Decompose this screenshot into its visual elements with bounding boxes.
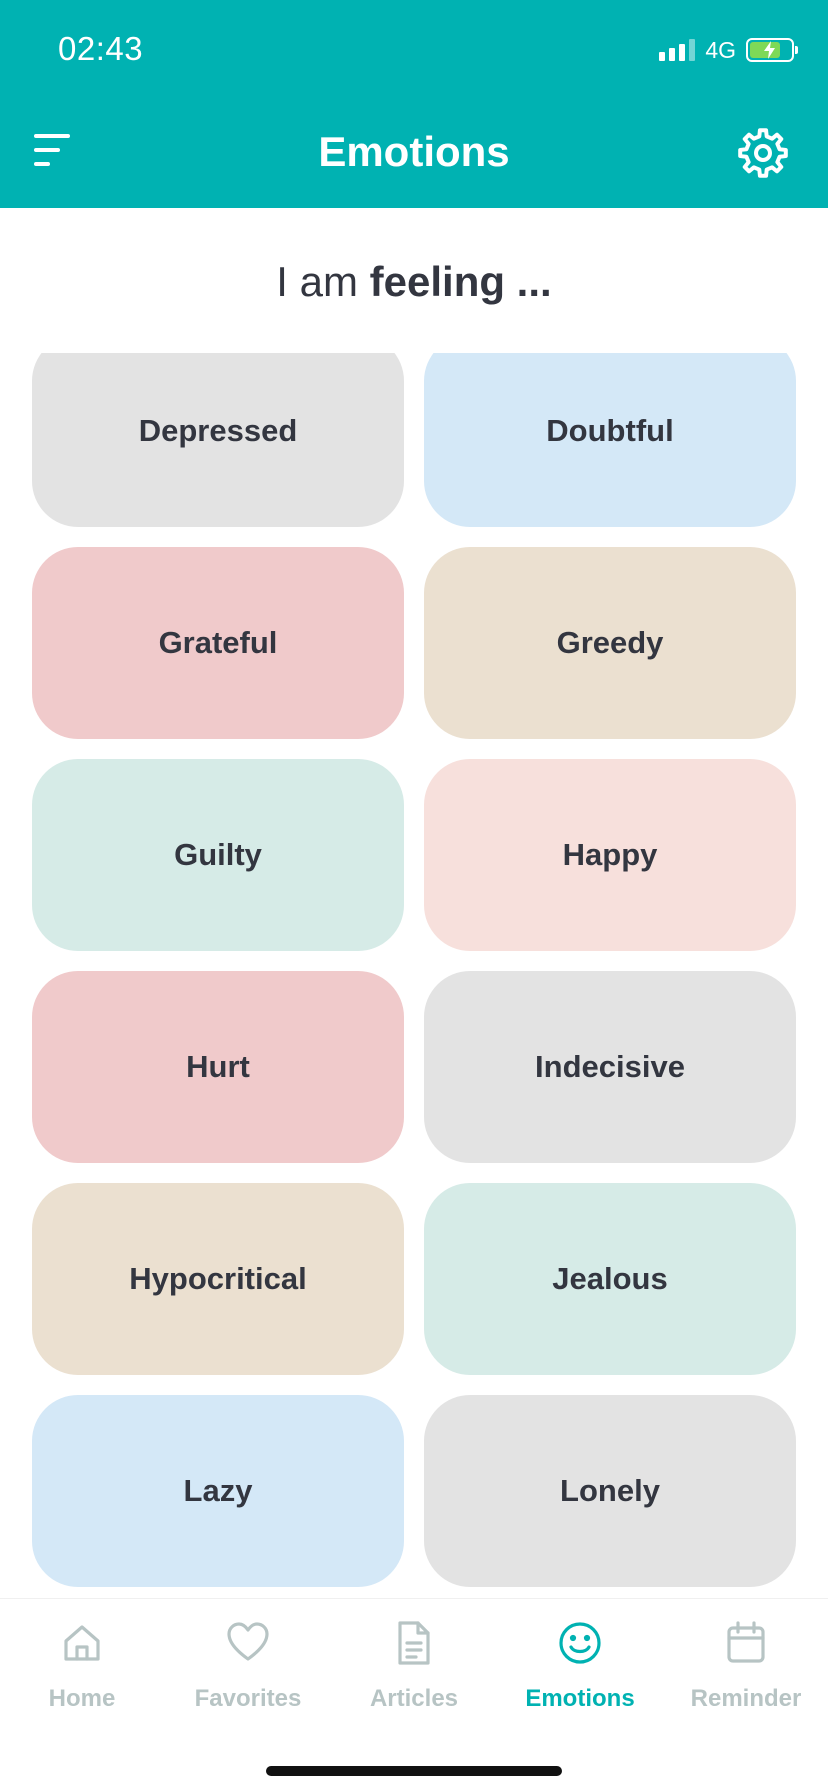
emotion-label: Indecisive — [535, 1049, 685, 1084]
emotion-label: Jealous — [552, 1261, 668, 1296]
home-indicator — [266, 1766, 562, 1776]
status-indicators: 4G — [659, 36, 798, 64]
emotion-card-jealous[interactable]: Jealous — [424, 1183, 796, 1375]
emotion-label: Hurt — [186, 1049, 250, 1084]
emotion-grid: Depressed Doubtful Grateful Greedy Guilty Hap… — [0, 353, 828, 1598]
feeling-prompt: I am feeling ... — [0, 258, 828, 306]
tab-home[interactable]: Home — [0, 1619, 165, 1739]
bottom-tab-bar: Home Favorites Articles Emotions Reminder — [0, 1598, 828, 1792]
page-title: Emotions — [318, 128, 510, 175]
emotion-card-hypocritical[interactable]: Hypocritical — [32, 1183, 404, 1375]
calendar-icon — [727, 1621, 765, 1663]
emotion-card-happy[interactable]: Happy — [424, 759, 796, 951]
tab-articles[interactable]: Articles — [331, 1619, 497, 1739]
emotion-card-indecisive[interactable]: Indecisive — [424, 971, 796, 1163]
emotion-card-grateful[interactable]: Grateful — [32, 547, 404, 739]
emotion-card-hurt[interactable]: Hurt — [32, 971, 404, 1163]
app-bar: 02:43 4G menu-icon Emotions — [0, 0, 828, 208]
emotion-label: Hypocritical — [129, 1261, 307, 1296]
emotion-card-lonely[interactable]: Lonely — [424, 1395, 796, 1587]
home-icon — [64, 1625, 100, 1661]
emotion-card-guilty[interactable]: Guilty — [32, 759, 404, 951]
gear-icon — [738, 128, 788, 178]
emotion-card-depressed[interactable]: Depressed — [32, 353, 404, 527]
smiley-icon — [559, 1622, 601, 1664]
tab-favorites[interactable]: Favorites — [165, 1619, 331, 1739]
emotion-card-doubtful[interactable]: Doubtful — [424, 353, 796, 527]
status-time: 02:43 — [58, 30, 144, 67]
tab-reminder[interactable]: Reminder — [663, 1619, 828, 1739]
tab-label: Reminder — [690, 1685, 802, 1712]
prompt-prefix: I am — [276, 258, 370, 305]
tab-emotions[interactable]: Emotions — [497, 1619, 663, 1739]
emotion-label: Happy — [562, 837, 658, 872]
tab-label: Home — [48, 1685, 116, 1712]
tab-label: Favorites — [194, 1685, 302, 1712]
tab-label: Articles — [369, 1685, 459, 1712]
settings-button[interactable] — [736, 126, 790, 180]
emotion-card-greedy[interactable]: Greedy — [424, 547, 796, 739]
signal-icon — [659, 39, 696, 61]
heart-icon — [227, 1622, 269, 1661]
network-type: 4G — [705, 36, 736, 63]
emotion-label: Greedy — [556, 625, 664, 660]
emotion-label: Depressed — [138, 413, 298, 448]
document-icon — [398, 1621, 430, 1665]
emotion-label: Guilty — [174, 837, 262, 872]
emotion-card-lazy[interactable]: Lazy — [32, 1395, 404, 1587]
emotion-label: Grateful — [158, 625, 278, 660]
emotion-label: Lazy — [183, 1473, 253, 1508]
tab-label: Emotions — [525, 1685, 635, 1712]
emotion-label: Lonely — [560, 1473, 660, 1508]
battery-icon — [746, 38, 798, 62]
emotion-label: Doubtful — [546, 413, 674, 448]
prompt-emphasis: feeling ... — [369, 258, 552, 305]
